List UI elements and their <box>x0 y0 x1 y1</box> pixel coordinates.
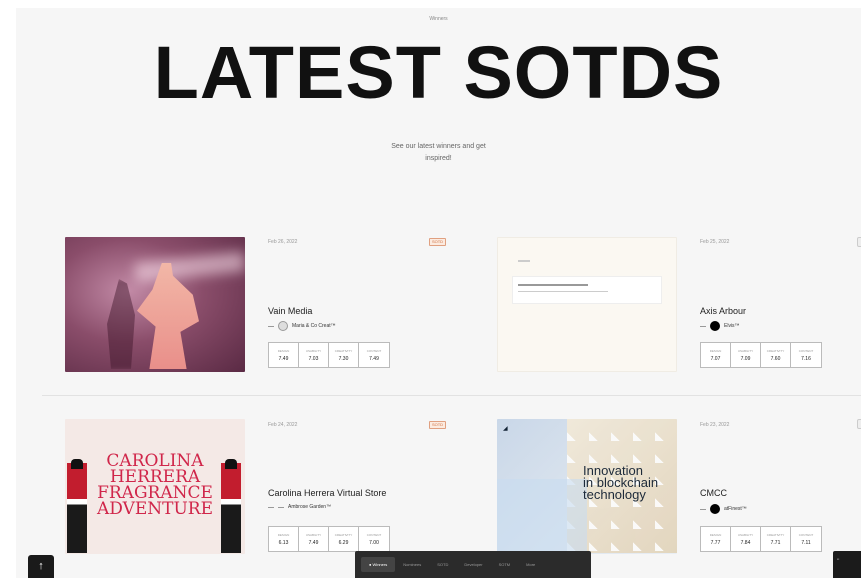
page: Winners LATEST SOTDS See our latest winn… <box>16 8 861 578</box>
sotd-badge: SOTD <box>429 238 446 246</box>
card-author[interactable]: atFinest™ <box>700 504 747 514</box>
score-design: Design 6.13 <box>269 527 299 551</box>
card-badge <box>857 419 861 429</box>
score-table: Design 7.77 Usability 7.84 Creativity 7.71 … <box>700 526 822 552</box>
cmcc-logo-icon: ◢ <box>503 426 508 432</box>
score-usability: Usability 7.84 <box>731 527 761 551</box>
score-content: Content 7.49 <box>359 343 389 367</box>
card-title[interactable]: Carolina Herrera Virtual Store <box>268 488 386 498</box>
card-date: Feb 23, 2022 <box>700 422 730 428</box>
author-avatar <box>278 321 288 331</box>
page-title: LATEST SOTDS <box>153 31 724 114</box>
author-name: Elvis™ <box>724 323 740 329</box>
page-subtitle: See our latest winners and get inspired! <box>16 141 861 165</box>
filter-sotm[interactable]: SOTM <box>491 562 519 567</box>
card-author[interactable]: Ambrose Garden™ <box>268 504 331 510</box>
author-name: Maria & Co Creat™ <box>292 323 336 329</box>
score-design: Design 7.49 <box>269 343 299 367</box>
score-usability: Usability 7.49 <box>299 527 329 551</box>
filter-developer[interactable]: Developer <box>456 562 490 567</box>
score-table: Design 7.49 Usability 7.03 Creativity 7.30 … <box>268 342 390 368</box>
score-design: Design 7.07 <box>701 343 731 367</box>
score-creativity: Creativity 6.29 <box>329 527 359 551</box>
score-content: Content 7.00 <box>359 527 389 551</box>
card-title[interactable]: Vain Media <box>268 306 312 316</box>
card-thumbnail-vain-media[interactable] <box>65 237 245 372</box>
score-creativity: Creativity 7.30 <box>329 343 359 367</box>
card-date: Feb 26, 2022 <box>268 239 298 245</box>
score-usability: Usability 7.03 <box>299 343 329 367</box>
score-content: Content 7.11 <box>791 527 821 551</box>
author-name: atFinest™ <box>724 506 747 512</box>
score-creativity: Creativity 7.71 <box>761 527 791 551</box>
author-avatar <box>710 504 720 514</box>
score-table: Design 6.13 Usability 7.49 Creativity 6.29 … <box>268 526 390 552</box>
filter-sotd[interactable]: SOTD <box>429 562 456 567</box>
filter-nominees[interactable]: Nominees <box>395 562 429 567</box>
score-content: Content 7.16 <box>791 343 821 367</box>
bottom-filter-bar: ● Winners Nominees SOTD Developer SOTM M… <box>355 551 591 578</box>
author-name: Ambrose Garden™ <box>288 504 332 510</box>
card-author[interactable]: Elvis™ <box>700 321 740 331</box>
card-thumbnail-carolina-herrera[interactable]: CAROLINA HERRERA FRAGRANCE ADVENTURE <box>65 419 245 554</box>
row-divider <box>42 395 861 396</box>
card-title[interactable]: Axis Arbour <box>700 306 746 316</box>
score-creativity: Creativity 7.60 <box>761 343 791 367</box>
section-label: Winners <box>429 16 448 22</box>
card-date: Feb 25, 2022 <box>700 239 730 245</box>
card-thumbnail-cmcc[interactable]: ◢ Innovation in blockchain technology <box>497 419 677 554</box>
score-design: Design 7.77 <box>701 527 731 551</box>
thumbnail-headline: Innovation in blockchain technology <box>583 463 659 502</box>
card-badge <box>857 237 861 247</box>
thumbnail-headline: CAROLINA HERRERA FRAGRANCE ADVENTURE <box>96 451 214 519</box>
author-avatar <box>710 321 720 331</box>
card-title[interactable]: CMCC <box>700 488 727 498</box>
score-usability: Usability 7.09 <box>731 343 761 367</box>
sotd-badge: SOTD <box>429 421 446 429</box>
corner-widget[interactable]: ▪▪ <box>833 551 861 578</box>
score-table: Design 7.07 Usability 7.09 Creativity 7.60 … <box>700 342 822 368</box>
card-date: Feb 24, 2022 <box>268 422 298 428</box>
filter-more[interactable]: More <box>518 562 543 567</box>
subtitle-line-1: See our latest winners and get <box>391 143 486 150</box>
card-author[interactable]: Maria & Co Creat™ <box>268 321 336 331</box>
card-thumbnail-axis-arbour[interactable] <box>497 237 677 372</box>
scroll-to-top-button[interactable]: ↑ <box>28 555 54 578</box>
subtitle-line-2: inspired! <box>425 155 452 162</box>
filter-winners[interactable]: ● Winners <box>361 557 396 572</box>
